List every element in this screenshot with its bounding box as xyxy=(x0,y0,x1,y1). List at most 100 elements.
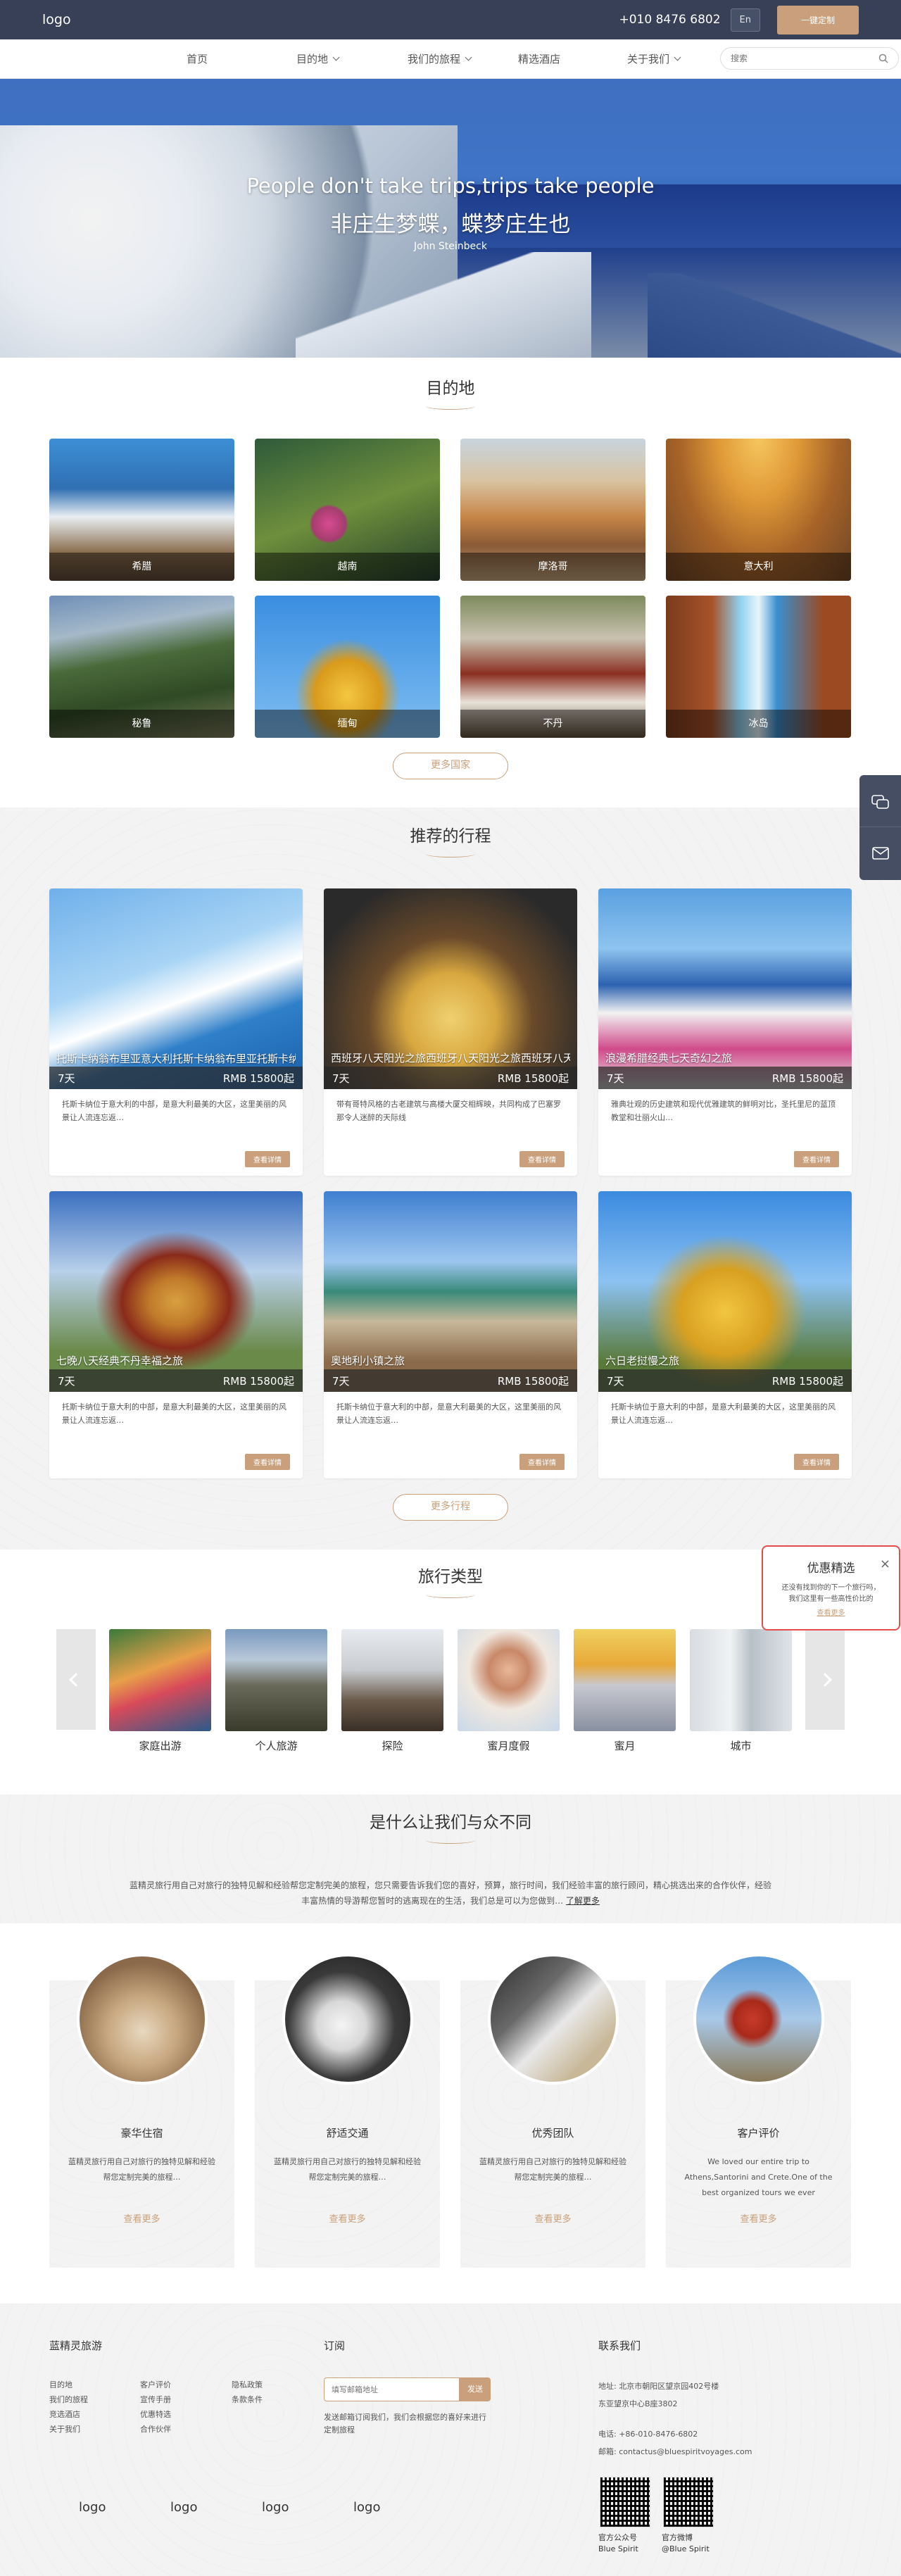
feature-title: 优秀团队 xyxy=(531,2127,574,2140)
destination-card[interactable]: 不丹 xyxy=(460,596,645,738)
feature-more-link[interactable]: 查看更多 xyxy=(460,2211,645,2225)
destination-card[interactable]: 秘鲁 xyxy=(49,596,234,738)
hero-subtitle: 非庄生梦蝶，蝶梦庄生也 xyxy=(330,212,571,237)
destination-card[interactable]: 越南 xyxy=(255,439,440,581)
difference-body: 蓝精灵旅行用自己对旅行的独特见解和经验帮您定制完美的旅程，您只需要告诉我们您的喜… xyxy=(129,1880,771,1906)
trips-title: 推荐的行程 xyxy=(410,827,491,846)
nav-destinations[interactable]: 目的地 xyxy=(296,51,340,66)
trip-card[interactable]: 浪漫希腊经典七天奇幻之旅 7天 RMB 15800起 雅典壮观的历史建筑和现代优雅… xyxy=(598,888,852,1176)
feature-title: 舒适交通 xyxy=(326,2127,369,2140)
footer-link[interactable]: 关于我们 xyxy=(49,2422,88,2437)
footer-link[interactable]: 客户评价 xyxy=(140,2377,171,2392)
email-field[interactable] xyxy=(324,2377,460,2401)
nav-trips[interactable]: 我们的旅程 xyxy=(408,51,472,66)
custom-trip-button[interactable]: 一键定制 xyxy=(776,5,859,34)
mail-button[interactable] xyxy=(859,829,901,878)
logo[interactable]: logo xyxy=(42,12,71,27)
nav-destinations-label: 目的地 xyxy=(296,53,329,65)
footer-link[interactable]: 条款条件 xyxy=(232,2392,263,2407)
type-tile[interactable]: 蜜月 xyxy=(574,1629,676,1753)
trip-price: RMB 15800起 xyxy=(771,1374,843,1388)
feature-more-link[interactable]: 查看更多 xyxy=(666,2211,851,2225)
destination-card[interactable]: 缅甸 xyxy=(255,596,440,738)
destination-label: 缅甸 xyxy=(255,710,440,738)
footer-link[interactable]: 优惠特选 xyxy=(140,2407,171,2422)
footer-link[interactable]: 隐私政策 xyxy=(232,2377,263,2392)
destination-card[interactable]: 冰岛 xyxy=(666,596,851,738)
trip-card[interactable]: 托斯卡纳翁布里亚意大利托斯卡纳翁布里亚托斯卡纳翁布里亚托斯卡纳翁布里亚 7天 RM… xyxy=(49,888,303,1176)
chat-button[interactable] xyxy=(859,778,901,827)
learn-more-link[interactable]: 了解更多 xyxy=(566,1896,600,1906)
search-icon[interactable] xyxy=(878,54,888,63)
feature-desc: 蓝精灵旅行用自己对旅行的独特见解和经验帮您定制完美的旅程… xyxy=(68,2157,215,2182)
trip-price: RMB 15800起 xyxy=(222,1072,294,1085)
close-icon[interactable]: × xyxy=(880,1557,890,1571)
destination-label: 希腊 xyxy=(49,553,234,581)
subscribe-note: 发送邮箱订阅我们，我们会根据您的喜好来进行定制旅程 xyxy=(324,2413,486,2434)
feature-more-link[interactable]: 查看更多 xyxy=(49,2211,234,2225)
trip-details-button[interactable]: 查看详情 xyxy=(245,1151,290,1167)
trip-days: 7天 xyxy=(607,1374,624,1388)
trip-card[interactable]: 六日老挝慢之旅 7天 RMB 15800起 托斯卡纳位于意大利的中部，是意大利最美… xyxy=(598,1191,852,1478)
difference-section: 是什么让我们与众不同 蓝精灵旅行用自己对旅行的独特见解和经验帮您定制完美的旅程，… xyxy=(0,1795,901,1923)
nav-home[interactable]: 首页 xyxy=(187,51,208,66)
destination-card[interactable]: 摩洛哥 xyxy=(460,439,645,581)
trip-details-button[interactable]: 查看详情 xyxy=(519,1151,565,1167)
trip-image: 浪漫希腊经典七天奇幻之旅 7天 RMB 15800起 xyxy=(598,888,852,1089)
language-button[interactable]: En xyxy=(730,8,760,32)
footer-col-3: 隐私政策 条款条件 xyxy=(232,2377,263,2407)
hero-coast-image xyxy=(648,273,901,358)
type-tile[interactable]: 家庭出游 xyxy=(109,1629,211,1753)
destination-label: 意大利 xyxy=(666,553,851,581)
type-image xyxy=(225,1629,327,1731)
footer-link[interactable]: 宣传手册 xyxy=(140,2392,171,2407)
chevron-down-icon xyxy=(465,54,472,61)
carousel-prev-button[interactable] xyxy=(56,1629,96,1730)
type-image xyxy=(690,1629,792,1731)
feature-image xyxy=(282,1954,413,2085)
nav-hotels[interactable]: 精选酒店 xyxy=(518,51,560,66)
more-trips-button[interactable]: 更多行程 xyxy=(393,1494,508,1521)
search-box xyxy=(720,47,899,70)
footer-link[interactable]: 目的地 xyxy=(49,2377,88,2392)
trip-name: 六日老挝慢之旅 xyxy=(605,1355,680,1367)
feature-title: 客户评价 xyxy=(737,2127,780,2140)
contact-address: 地址: 北京市朝阳区望京园402号楼 xyxy=(598,2382,719,2391)
main-nav: 首页 目的地 我们的旅程 精选酒店 关于我们 xyxy=(0,39,901,79)
trip-details-button[interactable]: 查看详情 xyxy=(245,1454,290,1470)
trip-card[interactable]: 西班牙八天阳光之旅西班牙八天阳光之旅西班牙八天阳光之旅 7天 RMB 15800起… xyxy=(324,888,577,1176)
destination-card[interactable]: 希腊 xyxy=(49,439,234,581)
wechat-qr-code xyxy=(600,2477,650,2527)
footer-link[interactable]: 我们的旅程 xyxy=(49,2392,88,2407)
trip-card[interactable]: 奥地利小镇之旅 7天 RMB 15800起 托斯卡纳位于意大利的中部，是意大利最美… xyxy=(324,1191,577,1478)
carousel-next-button[interactable] xyxy=(805,1629,845,1730)
popup-more-link[interactable]: 查看更多 xyxy=(763,1607,899,1617)
nav-about[interactable]: 关于我们 xyxy=(627,51,681,66)
feature-card: 优秀团队 蓝精灵旅行用自己对旅行的独特见解和经验帮您定制完美的旅程… 查看更多 xyxy=(460,1954,645,2268)
trip-details-button[interactable]: 查看详情 xyxy=(794,1454,839,1470)
subscribe-button[interactable]: 发送 xyxy=(460,2377,491,2401)
nav-hotels-label: 精选酒店 xyxy=(518,53,561,65)
trip-info-bar: 7天 RMB 15800起 xyxy=(49,1067,303,1089)
contact-tel: 电话: +86-010-8476-6802 xyxy=(598,2430,698,2439)
trip-details-button[interactable]: 查看详情 xyxy=(794,1151,839,1167)
type-tile[interactable]: 探险 xyxy=(341,1629,443,1753)
contact-email[interactable]: 邮箱: contactus@bluespiritvoyages.com xyxy=(598,2443,752,2461)
type-image xyxy=(109,1629,211,1731)
top-bar: logo +010 8476 6802 En 一键定制 xyxy=(0,0,901,39)
search-input[interactable] xyxy=(731,54,864,63)
trip-details-button[interactable]: 查看详情 xyxy=(519,1454,565,1470)
feature-more-link[interactable]: 查看更多 xyxy=(255,2211,440,2225)
trip-card[interactable]: 七晚八天经典不丹幸福之旅 7天 RMB 15800起 托斯卡纳位于意大利的中部，是… xyxy=(49,1191,303,1478)
more-countries-button[interactable]: 更多国家 xyxy=(393,753,508,779)
destination-card[interactable]: 意大利 xyxy=(666,439,851,581)
footer-link[interactable]: 竞选酒店 xyxy=(49,2407,88,2422)
mail-icon xyxy=(871,847,889,860)
type-tile[interactable]: 个人旅游 xyxy=(225,1629,327,1753)
type-tile[interactable]: 城市 xyxy=(690,1629,792,1753)
trip-price: RMB 15800起 xyxy=(771,1072,843,1085)
footer-link[interactable]: 合作伙伴 xyxy=(140,2422,171,2437)
destination-label: 秘鲁 xyxy=(49,710,234,738)
type-tile[interactable]: 蜜月度假 xyxy=(458,1629,560,1753)
destination-label: 摩洛哥 xyxy=(460,553,645,581)
